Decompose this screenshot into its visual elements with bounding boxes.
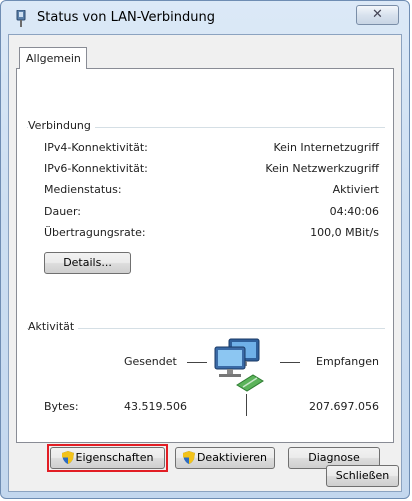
group-label-aktivitaet: Aktivität xyxy=(28,320,79,333)
network-adapter-icon xyxy=(16,10,26,27)
details-button[interactable]: Details... xyxy=(44,252,131,274)
media-status-label: Medienstatus: xyxy=(44,183,122,196)
sent-label: Gesendet xyxy=(124,355,177,368)
uac-shield-icon xyxy=(182,450,195,464)
window-title: Status von LAN-Verbindung xyxy=(37,10,215,25)
tab-panel-allgemein: Verbindung IPv4-Konnektivität: Kein Inte… xyxy=(16,68,394,472)
close-icon: ✕ xyxy=(372,7,383,22)
duration-label: Dauer: xyxy=(44,205,81,218)
bytes-received-value: 207.697.056 xyxy=(309,400,379,413)
received-line xyxy=(280,362,300,363)
tab-allgemein[interactable]: Allgemein xyxy=(19,47,87,69)
bytes-divider xyxy=(246,394,247,416)
ipv4-label: IPv4-Konnektivität: xyxy=(44,141,148,154)
dialog-client-area: Allgemein Verbindung IPv4-Konnektivität:… xyxy=(8,34,402,492)
speed-label: Übertragungsrate: xyxy=(44,226,146,239)
bytes-label: Bytes: xyxy=(44,400,79,413)
media-status-value: Aktiviert xyxy=(332,183,379,196)
highlight-frame xyxy=(47,444,168,472)
speed-value: 100,0 MBit/s xyxy=(310,226,379,239)
deactivate-button[interactable]: Deaktivieren xyxy=(175,447,275,469)
title-bar[interactable]: Status von LAN-Verbindung ✕ xyxy=(1,1,409,35)
group-label-verbindung: Verbindung xyxy=(28,119,95,132)
ipv6-value: Kein Netzwerkzugriff xyxy=(265,162,379,175)
network-computers-icon xyxy=(214,338,264,392)
dialog-window: Status von LAN-Verbindung ✕ Allgemein Ve… xyxy=(0,0,410,499)
bytes-sent-value: 43.519.506 xyxy=(124,400,187,413)
group-divider xyxy=(27,328,385,329)
close-window-button[interactable]: ✕ xyxy=(356,5,399,25)
sent-line xyxy=(187,362,207,363)
ipv4-value: Kein Internetzugriff xyxy=(273,141,379,154)
deactivate-button-label: Deaktivieren xyxy=(196,451,268,464)
close-button[interactable]: Schließen xyxy=(326,465,399,487)
received-label: Empfangen xyxy=(316,355,379,368)
tab-label: Allgemein xyxy=(26,52,81,65)
ipv6-label: IPv6-Konnektivität: xyxy=(44,162,148,175)
duration-value: 04:40:06 xyxy=(329,205,379,218)
